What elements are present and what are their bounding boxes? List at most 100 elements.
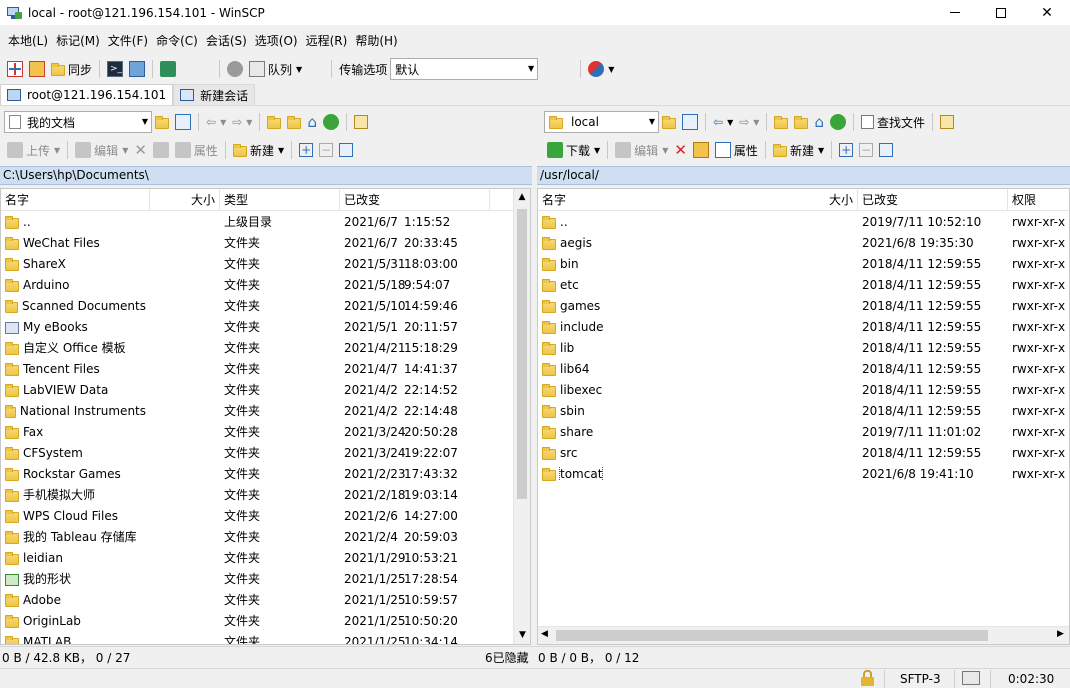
left-path-bar[interactable]: C:\Users\hp\Documents\ [0,166,532,185]
tab-session[interactable]: root@121.196.154.101 [0,84,174,105]
table-row[interactable]: 我的 Tableau 存储库 文件夹 2021/2/4 20:59:03 [1,526,530,547]
synchronize-browsing-button[interactable] [26,58,48,80]
right-properties-button[interactable]: 属性 [712,139,761,161]
menu-item[interactable]: 标记(M) [52,31,104,51]
left-hidden-count[interactable]: 6已隐藏 [485,649,529,666]
left-scroll-thumb[interactable] [517,209,527,499]
table-row[interactable]: 自定义 Office 模板 文件夹 2021/4/2115:18:29 [1,337,530,358]
left-vertical-scrollbar[interactable]: ▲ ▼ [513,189,530,644]
table-row[interactable]: OriginLab 文件夹 2021/1/2510:50:20 [1,610,530,631]
scroll-left-icon[interactable]: ◀ [541,629,548,639]
left-unselect-button[interactable]: − [316,139,336,161]
table-row[interactable]: Adobe 文件夹 2021/1/2510:59:57 [1,589,530,610]
left-parent-directory-button[interactable] [264,111,284,133]
minimize-button[interactable] [932,0,978,25]
left-new-button[interactable]: 新建 ▼ [230,139,287,161]
left-filter-select-button[interactable] [336,139,356,161]
left-header-type[interactable]: 类型 [220,189,340,211]
synchronize-button[interactable]: 同步 [48,58,95,80]
left-back-button[interactable]: ⇦ ▼ [203,111,229,133]
right-filter-select-button[interactable] [876,139,896,161]
find-files-button[interactable]: 查找文件 [858,111,928,133]
table-row[interactable]: src 2018/4/11 12:59:55 rwxr-xr-x [538,442,1069,463]
scroll-right-icon[interactable]: ▶ [1057,629,1064,639]
table-row[interactable]: WeChat Files 文件夹 2021/6/7 20:33:45 [1,232,530,253]
right-back-button[interactable]: ⇦ ▼ [710,111,736,133]
putty-button[interactable] [126,58,148,80]
table-row[interactable]: WPS Cloud Files 文件夹 2021/2/6 14:27:00 [1,505,530,526]
table-row[interactable]: Tencent Files 文件夹 2021/4/7 14:41:37 [1,358,530,379]
preferences-button[interactable] [224,58,246,80]
right-scroll-thumb[interactable] [556,630,988,641]
menu-item[interactable]: 命令(C) [152,31,202,51]
table-row[interactable]: lib 2018/4/11 12:59:55 rwxr-xr-x [538,337,1069,358]
menu-item[interactable]: 选项(O) [251,31,302,51]
right-filter-button[interactable] [679,111,701,133]
upload-button[interactable]: 上传 ▼ [4,139,63,161]
left-edit-button[interactable]: 编辑 ▼ [72,139,131,161]
open-terminal-button[interactable]: >_ [104,58,126,80]
scroll-down-icon[interactable]: ▼ [514,627,530,644]
right-parent-directory-button[interactable] [771,111,791,133]
menu-item[interactable]: 文件(F) [104,31,152,51]
table-row[interactable]: leidian 文件夹 2021/1/2910:53:21 [1,547,530,568]
left-root-directory-button[interactable] [284,111,304,133]
right-header-rights[interactable]: 权限 [1008,189,1069,211]
table-row[interactable]: ShareX 文件夹 2021/5/3118:03:00 [1,253,530,274]
queue-button[interactable]: 队列 ▼ [246,58,305,80]
table-row[interactable]: LabVIEW Data 文件夹 2021/4/2 22:14:52 [1,379,530,400]
right-select-all-button[interactable]: + [836,139,856,161]
right-new-button[interactable]: 新建 ▼ [770,139,827,161]
left-refresh-button[interactable] [320,111,342,133]
refresh-session-button[interactable] [157,58,179,80]
left-delete-button[interactable]: ✕ [131,139,150,161]
table-row[interactable]: Scanned Documents 文件夹 2021/5/1014:59:46 [1,295,530,316]
tab-new-session[interactable]: 新建会话 [173,84,256,105]
left-open-directory-button[interactable] [152,111,172,133]
table-row[interactable]: Arduino 文件夹 2021/5/189:54:07 [1,274,530,295]
left-filter-button[interactable] [172,111,194,133]
table-row[interactable]: CFSystem 文件夹 2021/3/2419:22:07 [1,442,530,463]
left-tree-toggle-button[interactable] [351,111,371,133]
right-edit-button[interactable]: 编辑 ▼ [612,139,671,161]
table-row[interactable]: lib64 2018/4/11 12:59:55 rwxr-xr-x [538,358,1069,379]
table-row[interactable]: National Instruments 文件夹 2021/4/2 22:14:48 [1,400,530,421]
left-forward-button[interactable]: ⇨ ▼ [229,111,255,133]
left-rename-button[interactable] [150,139,172,161]
menu-item[interactable]: 远程(R) [302,31,352,51]
right-path-bar[interactable]: /usr/local/ [537,166,1070,185]
menu-item[interactable]: 本地(L) [4,31,52,51]
left-home-button[interactable]: ⌂ [304,111,320,133]
table-row[interactable]: Fax 文件夹 2021/3/2420:50:28 [1,421,530,442]
table-row[interactable]: libexec 2018/4/11 12:59:55 rwxr-xr-x [538,379,1069,400]
left-properties-button[interactable]: 属性 [172,139,221,161]
right-horizontal-scrollbar[interactable]: ◀ ▶ [538,626,1069,644]
table-row[interactable]: MATLAB 文件夹 2021/1/2510:34:14 [1,631,530,644]
chevron-down-icon[interactable]: ▼ [608,65,614,74]
transfer-preset-select[interactable]: 默认 ▼ [390,58,539,80]
table-row[interactable]: .. 2019/7/11 10:52:10 rwxr-xr-x [538,211,1069,232]
scroll-up-icon[interactable]: ▲ [514,189,530,206]
table-row[interactable]: share 2019/7/11 11:01:02 rwxr-xr-x [538,421,1069,442]
left-header-size[interactable]: 大小 [150,189,220,211]
right-rename-button[interactable] [690,139,712,161]
right-root-directory-button[interactable] [791,111,811,133]
right-header-size[interactable]: 大小 [788,189,858,211]
reconnect-button[interactable]: ▼ [585,58,617,80]
table-row[interactable]: My eBooks 文件夹 2021/5/1 20:11:57 [1,316,530,337]
right-delete-button[interactable]: ✕ [671,139,690,161]
table-row[interactable]: games 2018/4/11 12:59:55 rwxr-xr-x [538,295,1069,316]
table-row[interactable]: sbin 2018/4/11 12:59:55 rwxr-xr-x [538,400,1069,421]
chevron-down-icon[interactable]: ▼ [296,65,302,74]
right-tree-toggle-button[interactable] [937,111,957,133]
table-row[interactable]: include 2018/4/11 12:59:55 rwxr-xr-x [538,316,1069,337]
right-refresh-button[interactable] [827,111,849,133]
right-open-directory-button[interactable] [659,111,679,133]
left-header-name[interactable]: 名字 [1,189,150,211]
maximize-button[interactable] [978,0,1024,25]
left-select-all-button[interactable]: + [296,139,316,161]
close-button[interactable]: ✕ [1024,0,1070,25]
menu-item[interactable]: 帮助(H) [351,31,401,51]
table-row[interactable]: Rockstar Games 文件夹 2021/2/2317:43:32 [1,463,530,484]
menu-item[interactable]: 会话(S) [202,31,251,51]
